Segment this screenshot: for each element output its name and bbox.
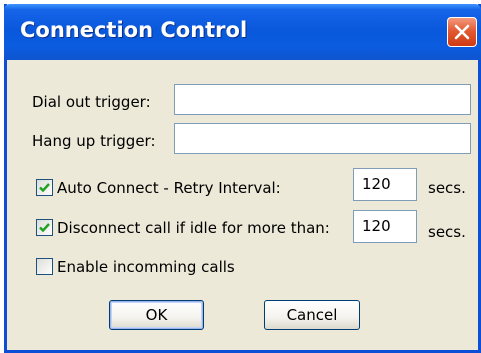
idle-timeout-input[interactable]: 120 xyxy=(353,210,417,243)
hang-up-trigger-input[interactable] xyxy=(174,123,471,154)
disconnect-idle-label[interactable]: Disconnect call if idle for more than: xyxy=(57,219,330,237)
close-button[interactable] xyxy=(447,17,477,47)
retry-interval-input[interactable]: 120 xyxy=(353,168,417,201)
window-title: Connection Control xyxy=(20,18,248,42)
incoming-calls-label[interactable]: Enable incomming calls xyxy=(57,258,235,276)
hang-up-trigger-label: Hang up trigger: xyxy=(32,132,156,150)
auto-connect-label[interactable]: Auto Connect - Retry Interval: xyxy=(57,179,281,197)
ok-button[interactable]: OK xyxy=(109,300,204,330)
checkmark-icon xyxy=(39,183,50,193)
connection-control-dialog: Connection Control Dial out trigger: Han… xyxy=(4,4,481,353)
incoming-calls-checkbox[interactable] xyxy=(36,258,53,275)
disconnect-idle-checkbox[interactable] xyxy=(36,219,53,236)
dial-out-trigger-input[interactable] xyxy=(174,84,471,115)
auto-connect-checkbox[interactable] xyxy=(36,179,53,196)
title-bar[interactable]: Connection Control xyxy=(4,4,481,60)
close-icon xyxy=(454,24,470,40)
cancel-button[interactable]: Cancel xyxy=(264,300,360,330)
dialog-content: Dial out trigger: Hang up trigger: Auto … xyxy=(7,60,478,350)
dial-out-trigger-label: Dial out trigger: xyxy=(32,93,151,111)
idle-timeout-unit: secs. xyxy=(428,223,466,241)
checkmark-icon xyxy=(39,223,50,233)
retry-interval-unit: secs. xyxy=(428,179,466,197)
